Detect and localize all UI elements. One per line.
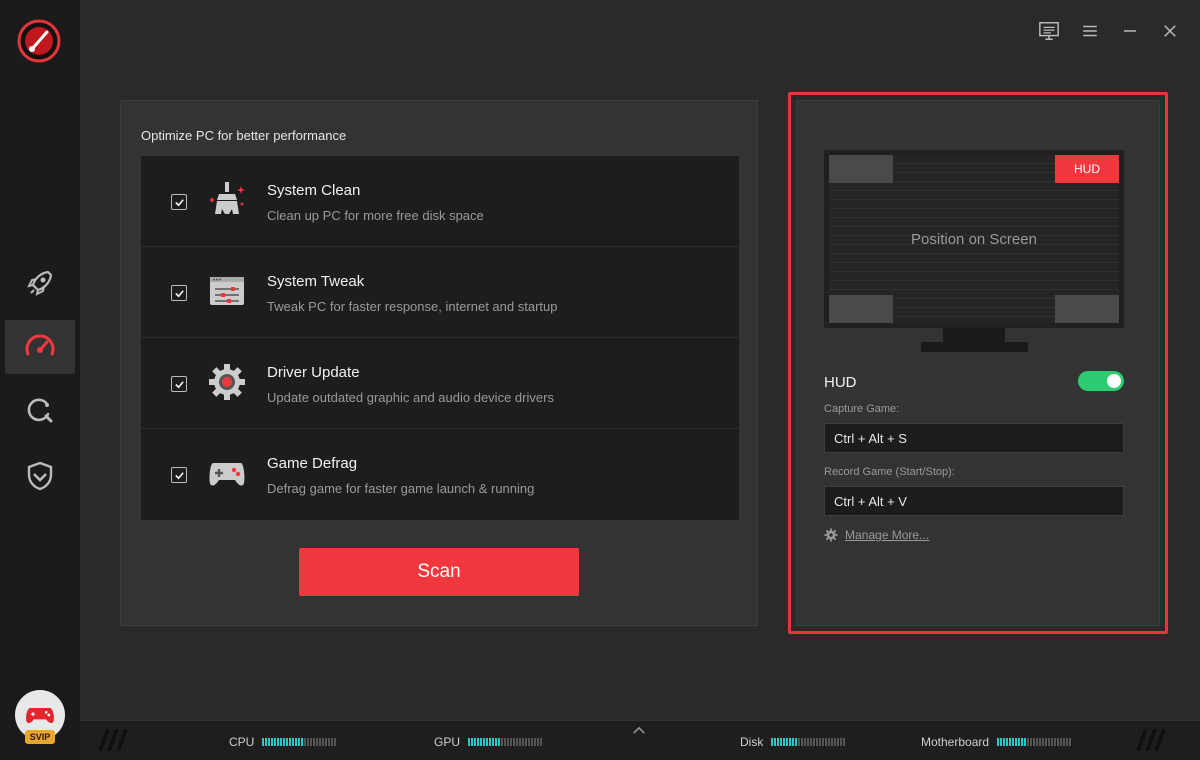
search-refresh-icon	[27, 398, 53, 423]
monitor-icon	[1039, 22, 1059, 40]
gamepad-icon	[26, 707, 54, 724]
capture-game-hotkey-input[interactable]: Ctrl + Alt + S	[824, 423, 1124, 453]
toggle-knob	[1107, 374, 1121, 388]
list-item-game-defrag: Game Defrag Defrag game for faster game …	[141, 429, 739, 520]
gpu-stat: GPU	[434, 735, 543, 749]
item-title: Game Defrag	[267, 455, 358, 472]
optimize-list: System Clean Clean up PC for more free d…	[141, 156, 739, 520]
item-desc: Update outdated graphic and audio device…	[267, 390, 554, 405]
decor-slashes-left	[97, 729, 129, 751]
list-item-driver-update: Driver Update Update outdated graphic an…	[141, 338, 739, 429]
check-icon	[174, 198, 184, 206]
broom-icon	[209, 182, 245, 214]
check-icon	[174, 380, 184, 388]
decor-slashes-right	[1135, 729, 1167, 751]
manage-more-link[interactable]: Manage More...	[824, 528, 929, 542]
motherboard-meter	[997, 738, 1072, 746]
sidebar-item-speedup[interactable]	[5, 320, 75, 374]
record-game-label: Record Game (Start/Stop):	[824, 466, 955, 478]
disk-label: Disk	[740, 735, 764, 749]
item-title: System Clean	[267, 182, 361, 199]
status-bar: CPU GPU Disk Motherboard	[80, 720, 1200, 760]
game-defrag-checkbox[interactable]	[171, 467, 187, 483]
driver-update-checkbox[interactable]	[171, 376, 187, 392]
item-title: Driver Update	[267, 364, 360, 381]
svip-badge: SVIP	[25, 730, 55, 744]
list-item-system-clean: System Clean Clean up PC for more free d…	[141, 156, 739, 247]
item-desc: Clean up PC for more free disk space	[267, 208, 484, 223]
sidebar-item-security[interactable]	[5, 449, 75, 503]
sidebar: SVIP	[0, 0, 80, 760]
menu-button[interactable]	[1077, 18, 1103, 44]
capture-game-label: Capture Game:	[824, 403, 900, 415]
chevron-up-icon	[633, 726, 645, 734]
monitor-base	[921, 342, 1028, 352]
gear-icon	[209, 364, 245, 400]
disk-meter	[771, 738, 846, 746]
record-game-hotkey-input[interactable]: Ctrl + Alt + V	[824, 486, 1124, 516]
motherboard-label: Motherboard	[921, 735, 990, 749]
monitor-caption: Position on Screen	[911, 231, 1037, 248]
cpu-meter	[262, 738, 337, 746]
close-button[interactable]	[1157, 18, 1183, 44]
feedback-button[interactable]	[1036, 18, 1062, 44]
gpu-meter	[468, 738, 543, 746]
list-item-system-tweak: System Tweak Tweak PC for faster respons…	[141, 247, 739, 338]
item-title: System Tweak	[267, 273, 365, 290]
app-logo	[17, 19, 61, 63]
motherboard-stat: Motherboard	[921, 735, 1072, 749]
system-clean-checkbox[interactable]	[171, 194, 187, 210]
cpu-stat: CPU	[229, 735, 337, 749]
expand-button[interactable]	[632, 723, 646, 741]
hud-position-preview[interactable]: HUD Position on Screen	[824, 150, 1124, 328]
gamepad-icon	[209, 463, 245, 486]
position-top-left[interactable]	[829, 155, 893, 183]
check-icon	[174, 471, 184, 479]
hud-toggle[interactable]	[1078, 371, 1124, 391]
sidebar-item-boost[interactable]	[5, 256, 75, 310]
item-desc: Tweak PC for faster response, internet a…	[267, 299, 558, 314]
cpu-label: CPU	[229, 735, 255, 749]
gpu-label: GPU	[434, 735, 461, 749]
position-bottom-right[interactable]	[1055, 295, 1119, 323]
item-desc: Defrag game for faster game launch & run…	[267, 481, 535, 496]
panel-title: Optimize PC for better performance	[141, 128, 347, 143]
system-tweak-checkbox[interactable]	[171, 285, 187, 301]
menu-icon	[1083, 25, 1097, 37]
close-icon	[1164, 25, 1176, 37]
minimize-button[interactable]	[1117, 18, 1143, 44]
rocket-icon	[27, 270, 53, 296]
optimize-panel: Optimize PC for better performance Syste…	[120, 100, 758, 626]
disk-stat: Disk	[740, 735, 846, 749]
sidebar-item-search[interactable]	[5, 384, 75, 438]
check-icon	[174, 289, 184, 297]
monitor-stand	[943, 328, 1005, 342]
hud-label: HUD	[824, 374, 857, 391]
position-bottom-left[interactable]	[829, 295, 893, 323]
gear-icon	[824, 528, 838, 542]
sliders-icon	[210, 277, 244, 305]
manage-more-label: Manage More...	[845, 528, 930, 542]
scan-button[interactable]: Scan	[299, 548, 579, 596]
shield-icon	[27, 461, 53, 491]
minimize-icon	[1124, 30, 1136, 32]
position-top-right-hud[interactable]: HUD	[1055, 155, 1119, 183]
speedometer-icon	[25, 334, 55, 356]
